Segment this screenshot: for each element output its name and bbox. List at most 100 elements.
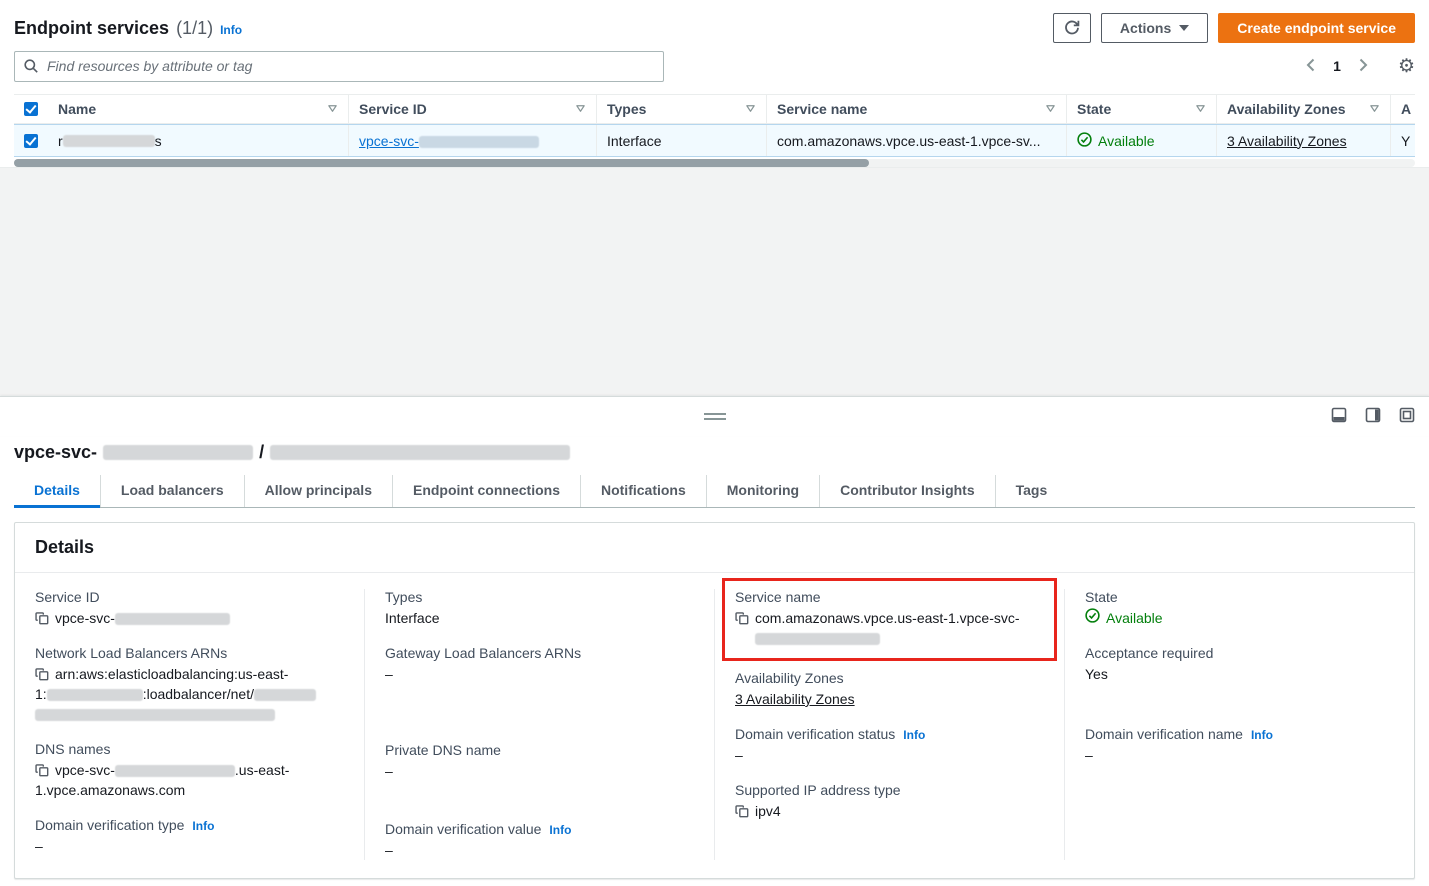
annotation-highlight-box: Service name com.amazonaws.vpce.us-east-… (722, 578, 1057, 661)
endpoint-services-list-section: Endpoint services (1/1) Info Actions Cre… (0, 0, 1429, 167)
chevron-down-icon (1179, 25, 1189, 31)
status-badge: Available (1077, 132, 1155, 150)
details-column-2: Types Interface Gateway Load Balancers A… (364, 589, 714, 860)
field-gateway-load-balancers: Gateway Load Balancers ARNs – (385, 645, 694, 684)
next-page-button[interactable] (1351, 54, 1376, 79)
tab-endpoint-connections[interactable]: Endpoint connections (392, 475, 580, 507)
filter-icon[interactable] (1195, 101, 1206, 117)
details-card-header: Details (15, 523, 1414, 573)
header-actions: Actions Create endpoint service (1053, 13, 1415, 43)
settings-gear-icon[interactable]: ⚙ (1398, 57, 1415, 76)
availability-zones-link[interactable]: 3 Availability Zones (1227, 133, 1347, 149)
info-link[interactable]: Info (192, 819, 214, 833)
filter-icon[interactable] (745, 101, 756, 117)
field-domain-verification-status: Domain verification status Info – (735, 726, 1044, 765)
redacted (254, 689, 316, 701)
info-link[interactable]: Info (903, 728, 925, 742)
filter-icon[interactable] (1369, 101, 1380, 117)
detail-panel: vpce-svc- / Details Load balancers Allow… (0, 442, 1429, 879)
pagination: 1 ⚙ (1298, 54, 1415, 79)
split-panel-drag-handle[interactable] (704, 413, 726, 420)
tab-contributor-insights[interactable]: Contributor Insights (819, 475, 995, 507)
table-row[interactable]: rs vpce-svc- Interface com.amazonaws.vpc… (14, 124, 1415, 157)
details-card: Details Service ID vpce-svc- Network Loa… (14, 522, 1415, 879)
field-state: State Available (1085, 589, 1394, 628)
redacted (419, 136, 539, 148)
redacted (115, 765, 235, 777)
filter-icon[interactable] (327, 101, 338, 117)
create-endpoint-service-button[interactable]: Create endpoint service (1218, 13, 1415, 43)
copy-icon[interactable] (735, 611, 749, 625)
cell-acceptance: Y (1390, 125, 1415, 156)
column-header-types[interactable]: Types (596, 95, 766, 123)
tab-load-balancers[interactable]: Load balancers (100, 475, 244, 507)
redacted (115, 613, 230, 625)
column-header-name[interactable]: Name (48, 95, 348, 123)
panel-maximize-icon[interactable] (1399, 407, 1415, 423)
cell-availability-zones: 3 Availability Zones (1216, 125, 1390, 156)
search-box (14, 51, 664, 82)
details-heading: Details (35, 537, 1394, 558)
info-link[interactable]: Info (1251, 728, 1273, 742)
redacted (63, 135, 155, 147)
panel-position-side-icon[interactable] (1365, 407, 1381, 423)
scrollbar-thumb[interactable] (14, 159, 869, 167)
copy-icon[interactable] (35, 763, 49, 777)
cell-service-id: vpce-svc- (348, 125, 596, 156)
split-panel-divider (0, 396, 1429, 436)
detail-tabs: Details Load balancers Allow principals … (14, 475, 1415, 508)
panel-position-bottom-icon[interactable] (1331, 407, 1347, 423)
details-column-1: Service ID vpce-svc- Network Load Balanc… (15, 589, 364, 860)
field-network-load-balancers: Network Load Balancers ARNs arn:aws:elas… (35, 645, 344, 724)
cell-name: rs (48, 125, 348, 156)
tab-tags[interactable]: Tags (995, 475, 1068, 507)
field-service-id: Service ID vpce-svc- (35, 589, 344, 628)
page-title: Endpoint services (1/1) Info (14, 18, 242, 39)
cell-service-name: com.amazonaws.vpce.us-east-1.vpce-sv... (766, 125, 1066, 156)
info-link[interactable]: Info (549, 823, 571, 837)
status-badge: Available (1085, 608, 1163, 628)
field-types: Types Interface (385, 589, 694, 628)
row-checkbox[interactable] (24, 134, 38, 148)
tab-allow-principals[interactable]: Allow principals (244, 475, 392, 507)
endpoint-services-table: Name Service ID Types Service name State… (14, 94, 1415, 167)
refresh-icon (1064, 19, 1080, 38)
details-column-4: State Available Acceptance required Yes … (1064, 589, 1414, 860)
actions-button[interactable]: Actions (1101, 13, 1208, 43)
field-acceptance-required: Acceptance required Yes (1085, 645, 1394, 684)
filter-icon[interactable] (1045, 101, 1056, 117)
field-service-name: Service name com.amazonaws.vpce.us-east-… (735, 589, 1044, 648)
column-header-acceptance[interactable]: A (1390, 95, 1415, 123)
field-domain-verification-value: Domain verification value Info – (385, 821, 694, 860)
details-card-body: Service ID vpce-svc- Network Load Balanc… (15, 573, 1414, 878)
cell-types: Interface (596, 125, 766, 156)
previous-page-button[interactable] (1298, 54, 1323, 79)
current-page[interactable]: 1 (1327, 58, 1347, 74)
filter-icon[interactable] (575, 101, 586, 117)
result-count: (1/1) (176, 18, 213, 39)
column-header-availability-zones[interactable]: Availability Zones (1216, 95, 1390, 123)
select-all-checkbox[interactable] (24, 102, 38, 116)
tab-details[interactable]: Details (14, 475, 100, 507)
field-domain-verification-type: Domain verification type Info – (35, 817, 344, 856)
search-input[interactable] (14, 51, 664, 82)
column-header-service-name[interactable]: Service name (766, 95, 1066, 123)
column-header-service-id[interactable]: Service ID (348, 95, 596, 123)
service-id-link[interactable]: vpce-svc- (359, 133, 539, 149)
horizontal-scrollbar[interactable] (14, 159, 1415, 167)
copy-icon[interactable] (35, 611, 49, 625)
tab-notifications[interactable]: Notifications (580, 475, 706, 507)
field-dns-names: DNS names vpce-svc-.us-east- 1.vpce.amaz… (35, 741, 344, 800)
field-availability-zones: Availability Zones 3 Availability Zones (735, 670, 1044, 709)
tab-monitoring[interactable]: Monitoring (706, 475, 819, 507)
page-header: Endpoint services (1/1) Info Actions Cre… (14, 12, 1415, 44)
actions-label: Actions (1120, 20, 1171, 36)
copy-icon[interactable] (735, 804, 749, 818)
refresh-button[interactable] (1053, 13, 1091, 43)
availability-zones-link[interactable]: 3 Availability Zones (735, 691, 855, 707)
row-checkbox-cell (14, 125, 48, 156)
column-header-state[interactable]: State (1066, 95, 1216, 123)
info-link[interactable]: Info (220, 23, 242, 37)
copy-icon[interactable] (35, 667, 49, 681)
header-checkbox-cell (14, 95, 48, 123)
